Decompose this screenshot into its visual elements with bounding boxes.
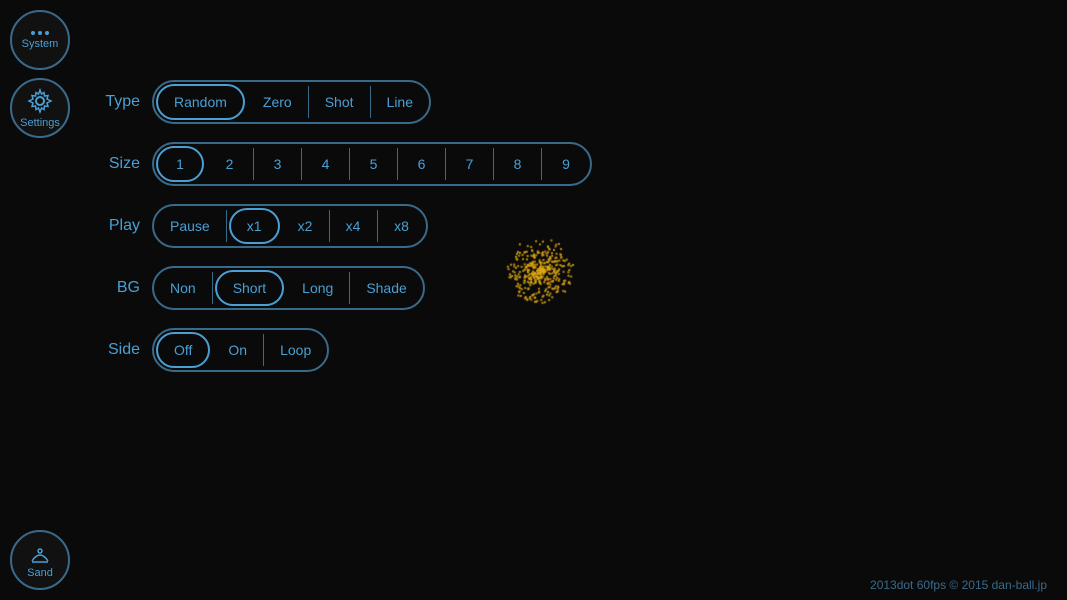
system-label: System (22, 38, 59, 50)
side-loop-button[interactable]: Loop (264, 334, 327, 366)
bg-label: BG (90, 279, 140, 297)
size-6-button[interactable]: 6 (398, 148, 446, 180)
size-9-button[interactable]: 9 (542, 148, 590, 180)
sidebar: System Settings (0, 0, 80, 600)
bg-group: Non Short Long Shade (152, 266, 425, 310)
footer-text: 2013dot 60fps © 2015 dan-ball.jp (870, 578, 1047, 592)
bg-long-button[interactable]: Long (286, 272, 350, 304)
dots-icon (31, 31, 49, 35)
settings-label: Settings (20, 117, 60, 129)
size-group: 1 2 3 4 5 6 7 8 9 (152, 142, 592, 186)
type-label: Type (90, 93, 140, 111)
size-label: Size (90, 155, 140, 173)
size-8-button[interactable]: 8 (494, 148, 542, 180)
side-off-button[interactable]: Off (156, 332, 210, 368)
system-button[interactable]: System (10, 10, 70, 70)
play-group: Pause x1 x2 x4 x8 (152, 204, 428, 248)
type-shot-button[interactable]: Shot (309, 86, 371, 118)
size-5-button[interactable]: 5 (350, 148, 398, 180)
play-label: Play (90, 217, 140, 235)
play-pause-button[interactable]: Pause (154, 210, 227, 242)
type-zero-button[interactable]: Zero (247, 86, 309, 118)
size-row: Size 1 2 3 4 5 6 7 8 9 (90, 142, 592, 186)
size-3-button[interactable]: 3 (254, 148, 302, 180)
size-7-button[interactable]: 7 (446, 148, 494, 180)
size-2-button[interactable]: 2 (206, 148, 254, 180)
side-on-button[interactable]: On (212, 334, 264, 366)
gear-icon (27, 88, 53, 114)
type-row: Type Random Zero Shot Line (90, 80, 592, 124)
sand-label: Sand (27, 567, 53, 579)
side-group: Off On Loop (152, 328, 329, 372)
play-x2-button[interactable]: x2 (282, 210, 330, 242)
side-label: Side (90, 341, 140, 359)
sand-visualization (490, 220, 590, 320)
size-4-button[interactable]: 4 (302, 148, 350, 180)
sand-icon (27, 541, 53, 567)
side-row: Side Off On Loop (90, 328, 592, 372)
size-1-button[interactable]: 1 (156, 146, 204, 182)
sand-button[interactable]: Sand (10, 530, 70, 590)
bg-non-button[interactable]: Non (154, 272, 213, 304)
type-line-button[interactable]: Line (371, 86, 429, 118)
play-x8-button[interactable]: x8 (378, 210, 426, 242)
bg-short-button[interactable]: Short (215, 270, 284, 306)
settings-button[interactable]: Settings (10, 78, 70, 138)
play-x1-button[interactable]: x1 (229, 208, 280, 244)
type-group: Random Zero Shot Line (152, 80, 431, 124)
play-x4-button[interactable]: x4 (330, 210, 378, 242)
type-random-button[interactable]: Random (156, 84, 245, 120)
bg-shade-button[interactable]: Shade (350, 272, 422, 304)
